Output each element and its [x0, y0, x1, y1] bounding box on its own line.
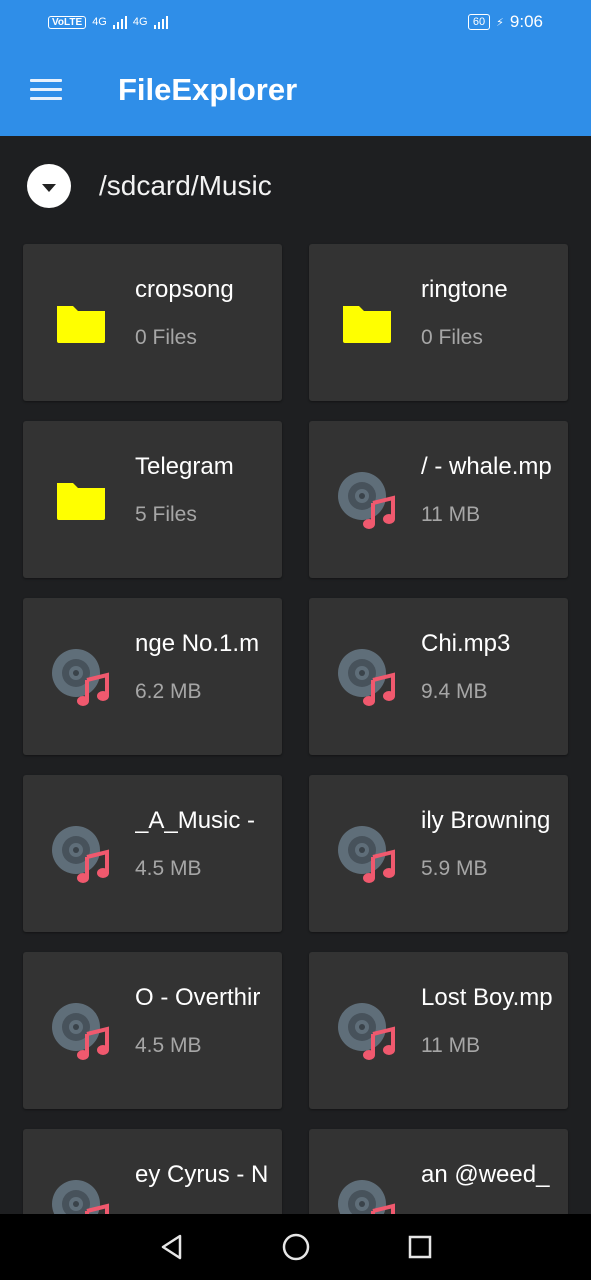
item-name: Chi.mp3	[421, 630, 511, 657]
folder-card[interactable]: Telegram 5 Files	[23, 421, 282, 578]
item-name: cropsong	[135, 276, 234, 303]
item-meta: 4.5 MB	[135, 1034, 202, 1057]
home-circle-icon[interactable]	[278, 1229, 314, 1265]
music-file-card[interactable]: ey Cyrus - N	[23, 1129, 282, 1214]
item-meta: 5.9 MB	[421, 857, 488, 880]
item-name: Telegram	[135, 453, 234, 480]
app-bar: FileExplorer	[0, 44, 591, 136]
item-meta: 5 Files	[135, 503, 197, 526]
hamburger-menu-icon[interactable]	[30, 79, 62, 101]
music-file-card[interactable]: ily Browning 5.9 MB	[309, 775, 568, 932]
music-file-card[interactable]: Lost Boy.mp 11 MB	[309, 952, 568, 1109]
status-right: 60 ⚡ 9:06	[467, 12, 543, 32]
music-file-icon	[51, 1000, 111, 1060]
item-name: Lost Boy.mp	[421, 984, 553, 1011]
chevron-down-icon[interactable]	[27, 164, 71, 208]
folder-icon	[51, 292, 111, 352]
item-name: ey Cyrus - N	[135, 1161, 269, 1188]
item-name: O - Overthir	[135, 984, 261, 1011]
music-file-card[interactable]: _A_Music - 4.5 MB	[23, 775, 282, 932]
music-file-icon	[337, 823, 397, 883]
item-meta: 9.4 MB	[421, 680, 488, 703]
folder-card[interactable]: ringtone 0 Files	[309, 244, 568, 401]
status-bar: VoLTE 4G 4G 60 ⚡ 9:06	[0, 0, 591, 44]
item-name: an @weed_	[421, 1161, 550, 1188]
item-meta: 0 Files	[135, 326, 197, 349]
current-path: /sdcard/Music	[99, 170, 272, 201]
item-name: ringtone	[421, 276, 508, 303]
back-triangle-icon[interactable]	[154, 1229, 190, 1265]
battery-icon: 60	[467, 14, 491, 30]
item-meta: 4.5 MB	[135, 857, 202, 880]
signal-icon	[112, 15, 127, 29]
item-meta: 11 MB	[421, 503, 481, 526]
folder-icon	[337, 292, 397, 352]
item-name: nge No.1.m	[135, 630, 260, 657]
sim1-label: 4G	[92, 16, 107, 28]
sim2-label: 4G	[132, 16, 148, 28]
file-grid-container[interactable]: cropsong 0 Files ringtone 0 Files Telegram…	[0, 236, 591, 1214]
folder-card[interactable]: cropsong 0 Files	[23, 244, 282, 401]
music-file-icon	[51, 1177, 111, 1214]
item-meta: 6.2 MB	[135, 680, 202, 703]
clock: 9:06	[509, 12, 543, 31]
music-file-icon	[337, 469, 397, 529]
item-name: _A_Music -	[135, 807, 256, 834]
charging-icon: ⚡	[496, 16, 504, 29]
system-nav-bar	[0, 1214, 591, 1280]
music-file-icon	[51, 646, 111, 706]
music-file-card[interactable]: nge No.1.m 6.2 MB	[23, 598, 282, 755]
music-file-card[interactable]: Chi.mp3 9.4 MB	[309, 598, 568, 755]
music-file-icon	[337, 1000, 397, 1060]
music-file-card[interactable]: an @weed_	[309, 1129, 568, 1214]
folder-icon	[51, 469, 111, 529]
music-file-icon	[337, 1177, 397, 1214]
music-file-icon	[51, 823, 111, 883]
recents-square-icon[interactable]	[402, 1229, 438, 1265]
item-name: ily Browning	[421, 807, 551, 834]
path-bar: /sdcard/Music	[0, 136, 591, 236]
volte-badge: VoLTE	[48, 15, 87, 29]
file-grid: cropsong 0 Files ringtone 0 Files Telegram…	[0, 236, 591, 1214]
music-file-card[interactable]: / - whale.mp 11 MB	[309, 421, 568, 578]
status-left: VoLTE 4G 4G	[48, 15, 168, 29]
app-title: FileExplorer	[118, 72, 298, 107]
item-meta: 11 MB	[421, 1034, 481, 1057]
item-meta: 0 Files	[421, 326, 483, 349]
item-name: / - whale.mp	[421, 453, 552, 480]
music-file-card[interactable]: O - Overthir 4.5 MB	[23, 952, 282, 1109]
signal-icon-2	[153, 15, 168, 29]
music-file-icon	[337, 646, 397, 706]
